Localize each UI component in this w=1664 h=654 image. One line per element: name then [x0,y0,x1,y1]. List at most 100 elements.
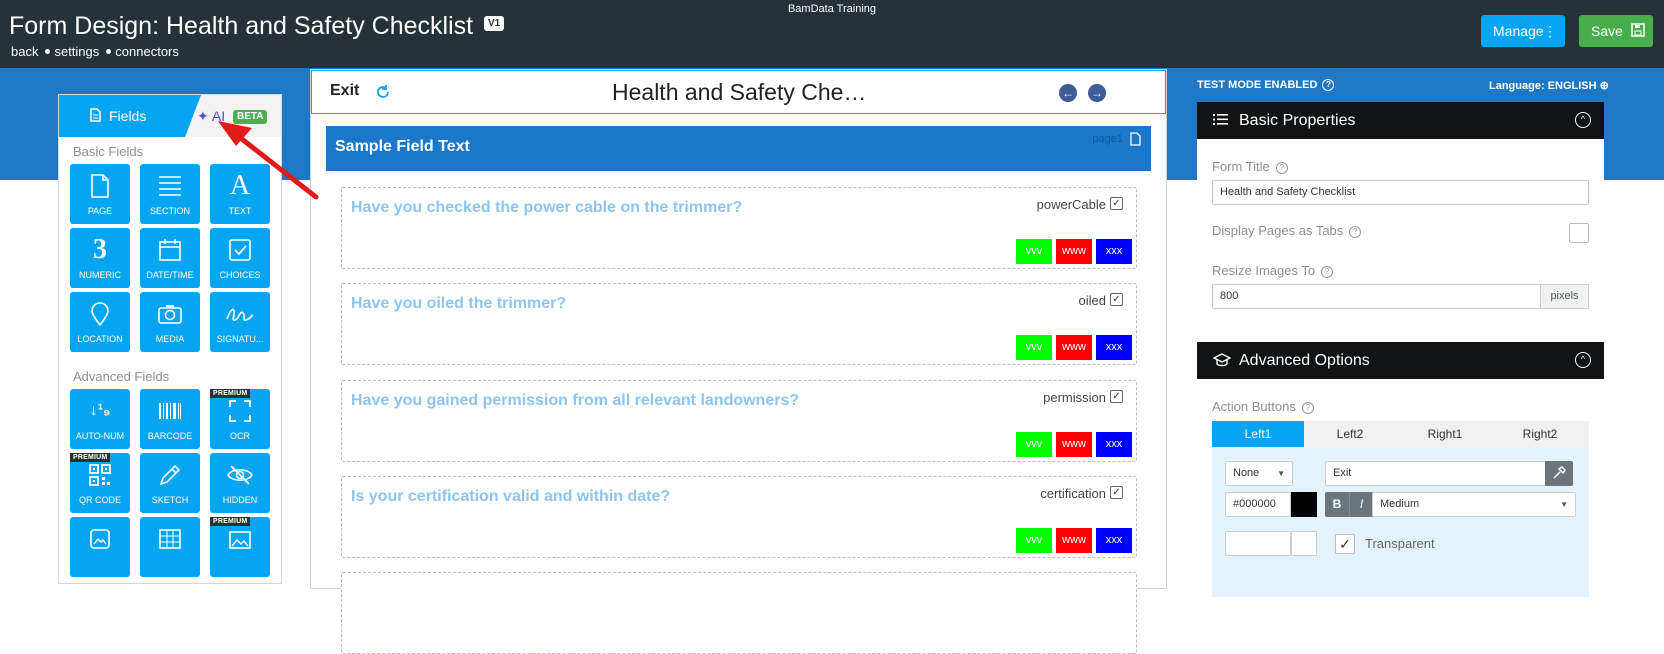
color-swatch[interactable] [1291,492,1317,517]
resize-images-input[interactable]: 800 [1212,284,1541,309]
question-field[interactable] [341,572,1137,654]
location-pin-icon [91,302,109,326]
resize-images-label-text: Resize Images To [1212,263,1316,278]
tab-left1[interactable]: Left1 [1212,421,1304,447]
action-type-select[interactable]: None ▼ [1225,461,1293,486]
sparkle-icon: ✦ [197,108,209,124]
field-tile-partial-3[interactable]: PREMIUM [210,517,270,577]
option-vvv[interactable]: vvv [1016,528,1052,553]
tab-right1[interactable]: Right1 [1399,421,1491,447]
page-icon [91,174,109,198]
field-label: PAGE [87,206,113,216]
field-label: DATE/TIME [146,270,194,280]
tab-left2[interactable]: Left2 [1304,421,1396,447]
field-barcode[interactable]: BARCODE [140,389,200,449]
option-xxx[interactable]: xxx [1096,335,1132,360]
option-vvv[interactable]: vvv [1016,432,1052,457]
settings-link[interactable]: settings [54,44,99,59]
option-xxx[interactable]: xxx [1096,432,1132,457]
field-page[interactable]: PAGE [70,164,130,224]
field-qr-code[interactable]: PREMIUM QR CODE [70,453,130,513]
option-vvv[interactable]: vvv [1016,239,1052,264]
save-button[interactable]: Save [1579,15,1653,47]
question-key: permission [1043,390,1106,405]
connectors-link[interactable]: connectors [115,44,179,59]
field-label: MEDIA [155,334,185,344]
field-hidden[interactable]: HIDDEN [210,453,270,513]
help-icon: ? [1275,161,1288,174]
dropdown-caret-icon: ▼ [1277,469,1285,478]
question-field[interactable]: Have you checked the power cable on the … [341,187,1137,269]
top-bar: BamData Training Form Design: Health and… [0,0,1664,68]
action-type-value: None [1233,467,1260,479]
kebab-menu-icon: ⋮ [1543,23,1557,39]
hammer-icon [1553,466,1566,479]
back-link[interactable]: back [11,44,38,59]
color-input[interactable]: #000000 [1225,492,1291,517]
field-ocr[interactable]: PREMIUM OCR [210,389,270,449]
question-field[interactable]: Have you gained permission from all rele… [341,380,1137,462]
option-www[interactable]: www [1056,528,1092,553]
tab-right2[interactable]: Right2 [1494,421,1586,447]
italic-button[interactable]: I [1349,492,1373,517]
numeric-icon: 3 [93,234,107,265]
advanced-options-header[interactable]: Advanced Options ^ [1197,342,1604,379]
option-xxx[interactable]: xxx [1096,528,1132,553]
field-label: QR CODE [78,495,121,505]
field-choices[interactable]: CHOICES [210,228,270,288]
tab-ai[interactable]: ✦ AI BETA [197,95,268,137]
refresh-icon[interactable] [375,84,391,100]
text-icon: A [229,170,251,201]
field-media[interactable]: MEDIA [140,292,200,352]
question-text: Have you oiled the trimmer? [351,295,567,312]
test-mode-indicator[interactable]: TEST MODE ENABLED ? [1197,79,1335,92]
font-size-select[interactable]: Medium ▼ [1372,492,1576,517]
bg-color-input[interactable] [1225,531,1291,556]
qr-code-icon [89,464,111,486]
field-tile-partial-2[interactable] [140,517,200,577]
option-www[interactable]: www [1056,335,1092,360]
form-title-input[interactable]: Health and Safety Checklist [1212,180,1589,205]
language-selector[interactable]: Language: ENGLISH ⊕ [1489,79,1609,92]
field-sketch[interactable]: SKETCH [140,453,200,513]
question-field[interactable]: Have you oiled the trimmer? oiled ✓ vvv … [341,283,1137,365]
question-text: Is your certification valid and within d… [351,488,671,505]
form-canvas: Exit Health and Safety Che… ← → Sample F… [310,69,1167,654]
bold-button[interactable]: B [1325,492,1349,517]
field-location[interactable]: LOCATION [70,292,130,352]
option-www[interactable]: www [1056,239,1092,264]
field-palette: Fields ✦ AI BETA Basic Fields PAGE SECTI… [58,94,282,584]
field-signature[interactable]: SIGNATU... [210,292,270,352]
page-header-title: Sample Field Text [335,138,470,155]
next-page-icon[interactable]: → [1088,84,1106,102]
collapse-chevron-icon[interactable]: ^ [1575,112,1591,128]
field-tile-partial-1[interactable] [70,517,130,577]
basic-properties-header[interactable]: Basic Properties ^ [1197,102,1604,139]
display-tabs-checkbox[interactable] [1569,223,1589,243]
edit-icon-button[interactable] [1545,461,1573,486]
field-numeric[interactable]: 3 NUMERIC [70,228,130,288]
section-icon [159,176,181,196]
field-label: LOCATION [77,334,123,344]
transparent-checkbox[interactable]: ✓ [1335,534,1355,554]
collapse-chevron-icon[interactable]: ^ [1575,352,1591,368]
bg-color-swatch[interactable] [1291,531,1317,556]
manage-button[interactable]: Manage ⋮ [1481,15,1565,47]
field-auto-num[interactable]: ↓¹₉ AUTO-NUM [70,389,130,449]
action-label-input[interactable]: Exit [1325,461,1547,486]
field-label: SKETCH [151,495,189,505]
field-text[interactable]: A TEXT [210,164,270,224]
tab-fields[interactable]: Fields [59,95,201,137]
page-title: Form Design: Health and Safety Checklist [9,12,474,40]
question-field[interactable]: Is your certification valid and within d… [341,476,1137,558]
version-badge: V1 [484,16,505,31]
option-www[interactable]: www [1056,432,1092,457]
field-date-time[interactable]: DATE/TIME [140,228,200,288]
option-xxx[interactable]: xxx [1096,239,1132,264]
previous-page-icon[interactable]: ← [1059,84,1077,102]
resize-images-label: Resize Images To? [1212,263,1334,278]
exit-button[interactable]: Exit [330,82,359,100]
floppy-disk-icon [1631,23,1645,37]
field-section[interactable]: SECTION [140,164,200,224]
option-vvv[interactable]: vvv [1016,335,1052,360]
